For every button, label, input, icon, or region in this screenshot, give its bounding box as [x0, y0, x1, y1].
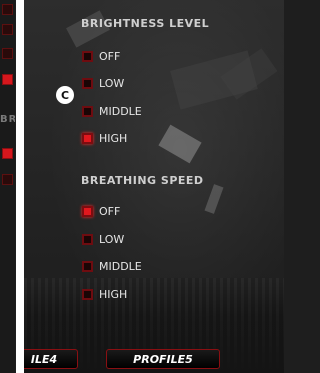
profile4-label: ILE4 — [30, 352, 58, 366]
brightness-middle-checkbox[interactable] — [82, 105, 93, 117]
breathing-option-high[interactable]: HIGH — [82, 286, 127, 302]
breathing-off-label: OFF — [99, 204, 121, 218]
left-checkbox-2[interactable] — [2, 24, 13, 35]
breathing-option-middle[interactable]: MIDDLE — [82, 258, 142, 274]
breathing-middle-label: MIDDLE — [99, 259, 142, 273]
left-checkbox-4[interactable] — [2, 74, 13, 85]
breathing-high-label: HIGH — [99, 287, 128, 301]
breathing-low-label: LOW — [99, 232, 125, 246]
brightness-off-label: OFF — [99, 49, 121, 63]
profile5-button[interactable]: PROFILE5 — [106, 349, 220, 369]
brightness-middle-label: MIDDLE — [99, 104, 142, 118]
breathing-middle-checkbox[interactable] — [82, 260, 93, 272]
left-checkbox-6[interactable] — [2, 174, 13, 185]
profile5-label: PROFILE5 — [133, 352, 193, 366]
profile4-button[interactable]: ILE4 — [24, 349, 78, 369]
panel-divider — [16, 0, 24, 373]
marker-badge: C — [56, 86, 74, 104]
left-section-heading: BRI — [0, 114, 15, 125]
left-checkbox-5[interactable] — [2, 148, 13, 159]
background-shard — [158, 124, 202, 164]
brightness-off-checkbox[interactable] — [82, 50, 93, 62]
breathing-off-checkbox[interactable] — [82, 205, 93, 217]
background-shard — [204, 184, 224, 214]
brightness-option-off[interactable]: OFF — [82, 48, 120, 64]
brightness-high-label: HIGH — [99, 131, 128, 145]
background-shard — [170, 50, 258, 110]
brightness-option-middle[interactable]: MIDDLE — [82, 103, 142, 119]
brightness-option-low[interactable]: LOW — [82, 75, 124, 91]
brightness-level-title: BRIGHTNESS LEVEL — [81, 17, 210, 30]
breathing-option-off[interactable]: OFF — [82, 203, 120, 219]
brightness-low-checkbox[interactable] — [82, 77, 93, 89]
left-panel: BRI — [0, 0, 15, 373]
breathing-low-checkbox[interactable] — [82, 233, 93, 245]
breathing-speed-title: BREATHING SPEED — [81, 174, 204, 187]
left-checkbox-1[interactable] — [2, 4, 13, 15]
brightness-high-checkbox[interactable] — [82, 132, 93, 144]
brightness-low-label: LOW — [99, 76, 125, 90]
brightness-option-high[interactable]: HIGH — [82, 130, 127, 146]
breathing-option-low[interactable]: LOW — [82, 231, 124, 247]
breathing-high-checkbox[interactable] — [82, 288, 93, 300]
lighting-settings-panel: C BRIGHTNESS LEVEL OFF LOW MIDDLE HIGH B… — [24, 0, 284, 373]
left-checkbox-3[interactable] — [2, 48, 13, 59]
